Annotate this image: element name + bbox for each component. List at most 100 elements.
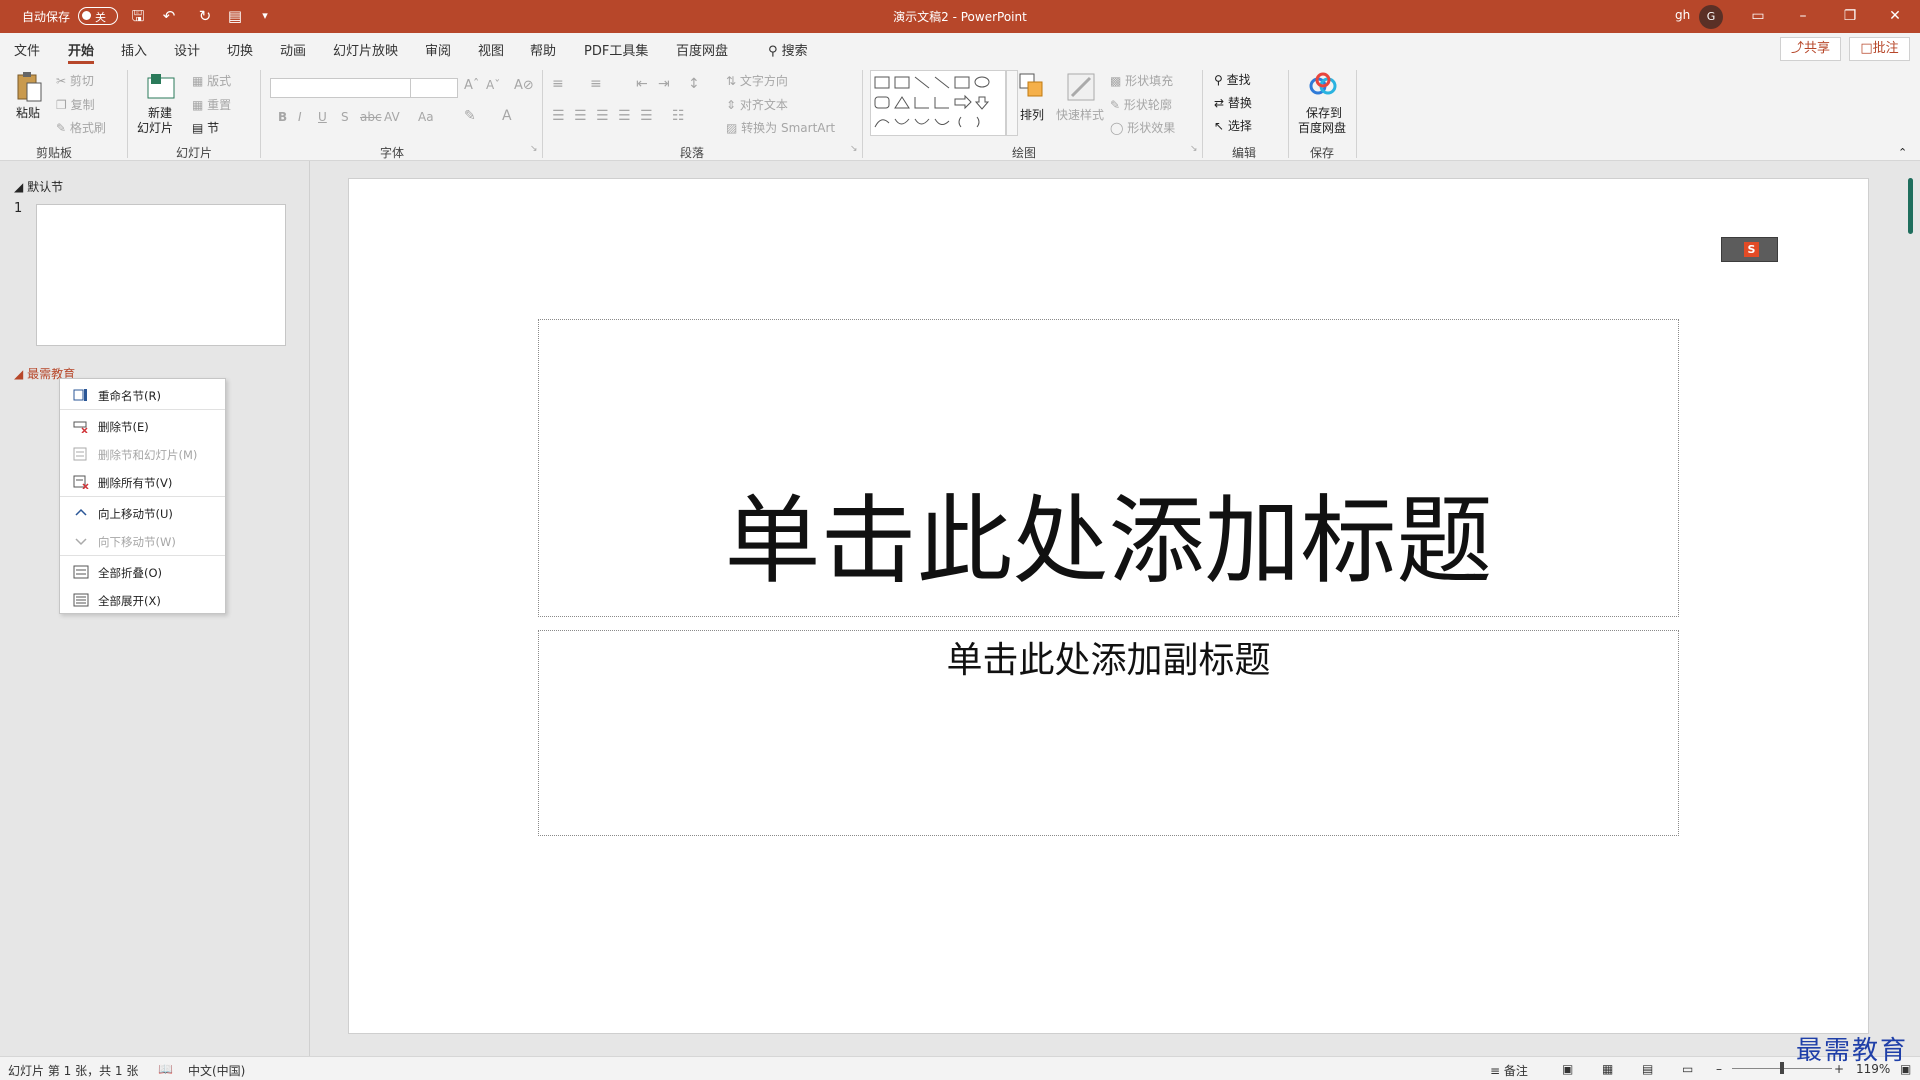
quick-styles-label[interactable]: 快速样式 xyxy=(1056,106,1104,123)
change-case-button[interactable]: Aa xyxy=(418,110,434,124)
paste-icon[interactable] xyxy=(14,71,44,102)
reading-view-icon[interactable]: ▤ xyxy=(1642,1062,1653,1076)
menu-item-remove-all-sections[interactable]: 删除所有节(V) xyxy=(60,470,225,494)
zoom-slider-knob[interactable] xyxy=(1780,1062,1784,1074)
subtitle-placeholder-text[interactable]: 单击此处添加副标题 xyxy=(539,631,1678,683)
layout-button[interactable]: ▦ 版式 xyxy=(192,72,231,89)
vertical-scrollbar[interactable] xyxy=(1898,161,1920,1056)
line-spacing-icon[interactable]: ↕ xyxy=(688,76,700,92)
menu-item-collapse-all[interactable]: 全部折叠(O) xyxy=(60,560,225,584)
slideshow-view-icon[interactable]: ▭ xyxy=(1682,1062,1693,1076)
find-button[interactable]: ⚲ 查找 xyxy=(1214,71,1251,88)
arrange-label[interactable]: 排列 xyxy=(1020,106,1044,123)
ime-floating-toolbar[interactable]: S xyxy=(1721,237,1778,262)
new-slide-label-2[interactable]: 幻灯片 xyxy=(137,119,173,136)
subtitle-placeholder[interactable]: 单击此处添加副标题 xyxy=(538,630,1679,836)
avatar[interactable]: G xyxy=(1699,5,1723,29)
quick-styles-icon[interactable] xyxy=(1066,72,1096,102)
smartart-button[interactable]: ▨ 转换为 SmartArt xyxy=(726,119,835,136)
bold-button[interactable]: B xyxy=(278,110,287,124)
menu-item-move-section-up[interactable]: 向上移动节(U) xyxy=(60,501,225,525)
format-painter-button[interactable]: ✎ 格式刷 xyxy=(56,119,106,136)
justify-icon[interactable]: ☰ xyxy=(618,108,631,124)
section-button[interactable]: ▤ 节 xyxy=(192,119,219,136)
tab-review[interactable]: 审阅 xyxy=(425,40,451,59)
minimize-icon[interactable]: – xyxy=(1788,5,1818,27)
sogou-ime-icon[interactable]: S xyxy=(1744,242,1759,257)
shape-fill-button[interactable]: ▩ 形状填充 xyxy=(1110,72,1173,89)
share-button[interactable]: ⤴共享 xyxy=(1780,37,1841,61)
slide-count-status[interactable]: 幻灯片 第 1 张，共 1 张 xyxy=(8,1062,138,1079)
tab-pdf-tools[interactable]: PDF工具集 xyxy=(584,40,648,59)
ribbon-display-icon[interactable]: ▭ xyxy=(1743,5,1773,27)
shape-outline-button[interactable]: ✎ 形状轮廓 xyxy=(1110,96,1172,113)
font-size-combo[interactable] xyxy=(410,78,458,98)
shapes-gallery[interactable] xyxy=(870,70,1006,136)
notes-button[interactable]: ≡ 备注 xyxy=(1490,1062,1528,1079)
shrink-font-icon[interactable]: Aˇ xyxy=(486,78,500,92)
font-color-icon[interactable]: A xyxy=(502,108,512,124)
align-center-icon[interactable]: ☰ xyxy=(574,108,587,124)
replace-button[interactable]: ⇄ 替换 xyxy=(1214,94,1252,111)
copy-button[interactable]: ❐ 复制 xyxy=(56,96,95,113)
language-status[interactable]: 中文(中国) xyxy=(188,1062,245,1079)
baidu-netdisk-label[interactable]: 百度网盘 xyxy=(1298,119,1346,136)
align-right-icon[interactable]: ☰ xyxy=(596,108,609,124)
user-name[interactable]: gh xyxy=(1675,8,1690,22)
reset-button[interactable]: ▦ 重置 xyxy=(192,96,231,113)
strikethrough-button[interactable]: abc xyxy=(360,110,382,124)
title-placeholder[interactable]: 单击此处添加标题 xyxy=(538,319,1679,617)
tab-help[interactable]: 帮助 xyxy=(530,40,556,59)
paragraph-launcher-icon[interactable]: ↘ xyxy=(850,144,858,154)
shadow-button[interactable]: S xyxy=(341,110,349,124)
clear-format-icon[interactable]: A⊘ xyxy=(514,78,534,93)
align-text-button[interactable]: ⇕ 对齐文本 xyxy=(726,96,788,113)
comment-button[interactable]: □批注 xyxy=(1849,37,1910,61)
menu-item-remove-section[interactable]: 删除节(E) xyxy=(60,414,225,438)
collapse-ribbon-icon[interactable]: ⌃ xyxy=(1898,146,1907,159)
section-default[interactable]: ◢ 默认节 xyxy=(14,178,63,195)
bullets-icon[interactable]: ≡ xyxy=(552,76,564,92)
increase-indent-icon[interactable]: ⇥ xyxy=(658,76,670,92)
scrollbar-thumb[interactable] xyxy=(1908,178,1913,234)
paste-label[interactable]: 粘贴 xyxy=(16,104,40,121)
search-tab[interactable]: ⚲ 搜索 xyxy=(768,40,808,59)
title-placeholder-text[interactable]: 单击此处添加标题 xyxy=(539,463,1678,602)
highlight-icon[interactable]: ✎ xyxy=(464,108,476,124)
new-slide-icon[interactable] xyxy=(146,72,176,102)
text-direction-button[interactable]: ⇅ 文字方向 xyxy=(726,72,788,89)
tab-home[interactable]: 开始 xyxy=(68,40,95,64)
menu-item-move-section-down[interactable]: 向下移动节(W) xyxy=(60,529,225,553)
char-spacing-button[interactable]: AV xyxy=(384,110,400,124)
shape-effects-button[interactable]: ◯ 形状效果 xyxy=(1110,119,1175,136)
menu-item-remove-section-and-slides[interactable]: 删除节和幻灯片(M) xyxy=(60,442,225,466)
tab-animations[interactable]: 动画 xyxy=(280,40,306,59)
distributed-icon[interactable]: ☰ xyxy=(640,108,653,124)
cut-button[interactable]: ✂ 剪切 xyxy=(56,72,94,89)
zoom-out-icon[interactable]: – xyxy=(1716,1062,1722,1076)
italic-button[interactable]: I xyxy=(298,110,302,124)
accessibility-icon[interactable]: 📖 xyxy=(158,1062,173,1076)
tab-view[interactable]: 视图 xyxy=(478,40,504,59)
columns-icon[interactable]: ☷ xyxy=(672,108,685,124)
menu-item-expand-all[interactable]: 全部展开(X) xyxy=(60,588,225,612)
normal-view-icon[interactable]: ▣ xyxy=(1562,1062,1573,1076)
shapes-gallery-scroll[interactable] xyxy=(1006,70,1018,136)
slide-sorter-icon[interactable]: ▦ xyxy=(1602,1062,1613,1076)
tab-transitions[interactable]: 切换 xyxy=(227,40,253,59)
decrease-indent-icon[interactable]: ⇤ xyxy=(636,76,648,92)
arrange-icon[interactable] xyxy=(1018,72,1048,102)
restore-icon[interactable]: ❐ xyxy=(1835,5,1865,27)
numbering-icon[interactable]: ≡ xyxy=(590,76,602,92)
tab-baidu-netdisk[interactable]: 百度网盘 xyxy=(676,40,728,59)
menu-item-rename-section[interactable]: 重命名节(R) xyxy=(60,383,225,407)
tab-insert[interactable]: 插入 xyxy=(121,40,147,59)
drawing-launcher-icon[interactable]: ↘ xyxy=(1190,144,1198,154)
font-family-combo[interactable] xyxy=(270,78,411,98)
tab-slideshow[interactable]: 幻灯片放映 xyxy=(333,40,398,59)
font-launcher-icon[interactable]: ↘ xyxy=(530,144,538,154)
tab-file[interactable]: 文件 xyxy=(14,40,40,59)
close-icon[interactable]: ✕ xyxy=(1880,5,1910,27)
select-button[interactable]: ↖ 选择 xyxy=(1214,117,1252,134)
underline-button[interactable]: U xyxy=(318,110,327,124)
